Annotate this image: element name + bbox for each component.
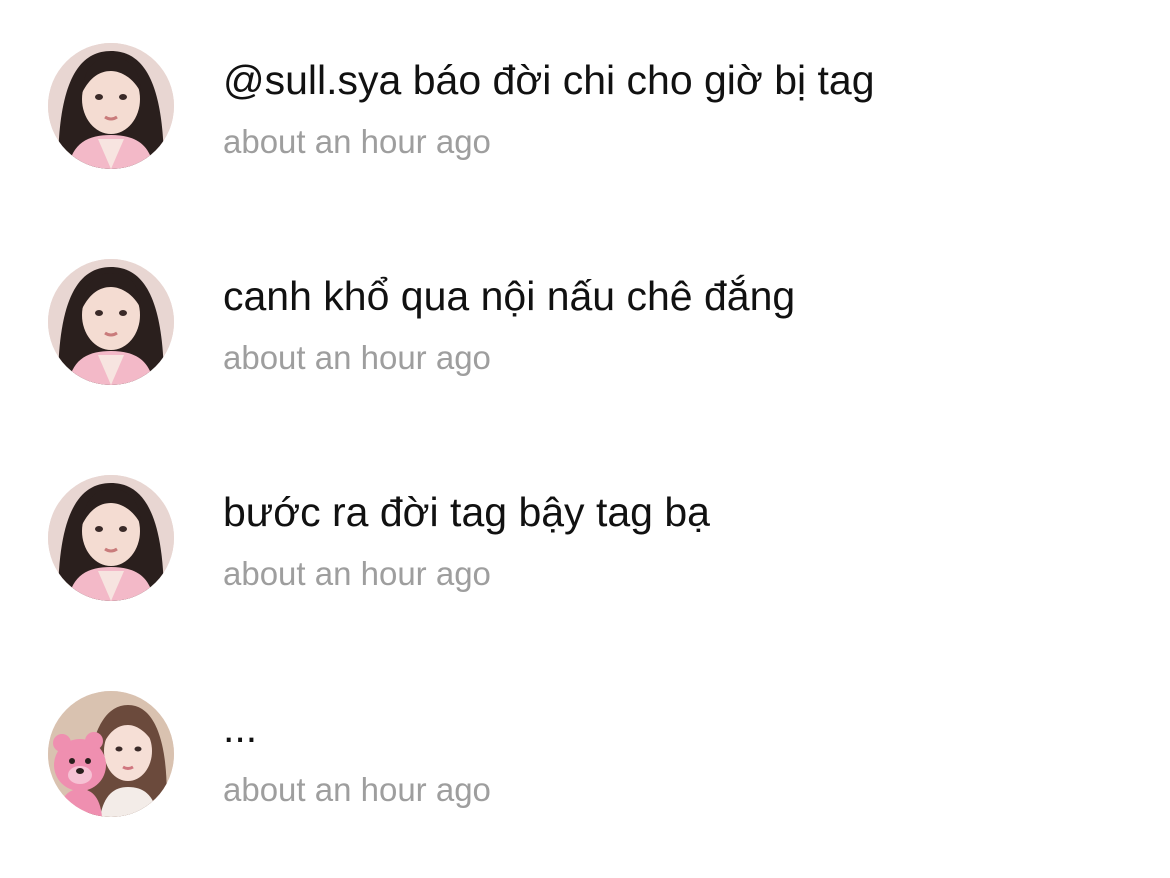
comment-timestamp: about an hour ago [223, 771, 491, 808]
user-avatar-icon [48, 475, 174, 601]
avatar[interactable] [48, 691, 174, 817]
comment-text: @sull.sya báo đời chi cho giờ bị tag [223, 57, 875, 103]
comment-timestamp: about an hour ago [223, 339, 491, 376]
user-avatar-with-teddy-bear-icon [48, 691, 174, 817]
user-avatar-icon [48, 43, 174, 169]
comment-list: @sull.sya báo đời chi cho giờ bị tag abo… [0, 0, 1170, 878]
user-avatar-icon [48, 259, 174, 385]
comment-item[interactable]: canh khổ qua nội nấu chê đắng about an h… [0, 216, 1170, 385]
comment-text: ... [223, 705, 258, 751]
avatar[interactable] [48, 475, 174, 601]
avatar[interactable] [48, 259, 174, 385]
comment-text: bước ra đời tag bậy tag bạ [223, 489, 710, 535]
comment-timestamp: about an hour ago [223, 123, 491, 160]
comment-timestamp: about an hour ago [223, 555, 491, 592]
comment-item[interactable]: bước ra đời tag bậy tag bạ about an hour… [0, 432, 1170, 601]
comment-text: canh khổ qua nội nấu chê đắng [223, 273, 796, 319]
comment-item[interactable]: @sull.sya báo đời chi cho giờ bị tag abo… [0, 0, 1170, 169]
comment-item[interactable]: ... about an hour ago [0, 648, 1170, 817]
avatar[interactable] [48, 43, 174, 169]
